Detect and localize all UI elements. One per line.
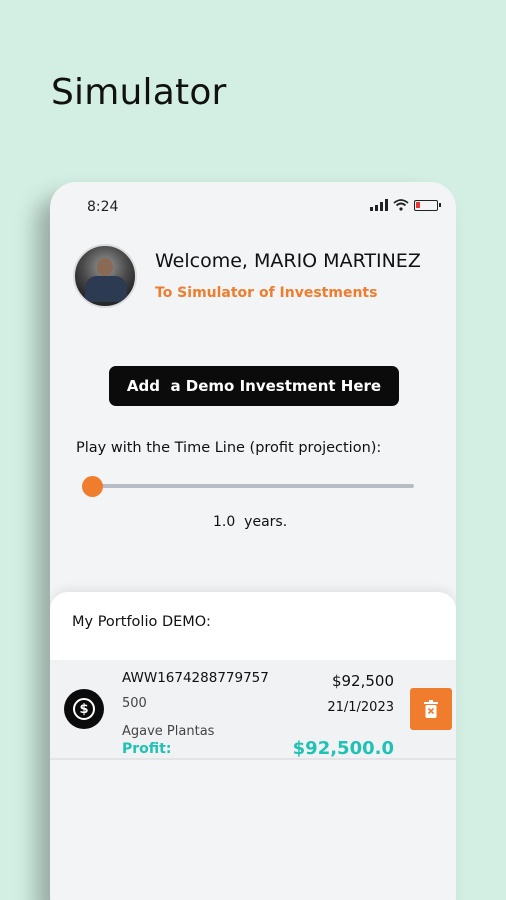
avatar[interactable] <box>73 244 137 308</box>
timeline-years: 1.0 years. <box>213 514 288 530</box>
delete-investment-button[interactable] <box>410 688 452 730</box>
signal-icon <box>370 199 388 211</box>
status-time: 8:24 <box>87 199 119 215</box>
trash-icon <box>424 700 438 718</box>
profit-value: $92,500.0 <box>292 738 394 759</box>
investment-name: Agave Plantas <box>122 724 215 739</box>
status-bar: 8:24 <box>50 182 456 230</box>
promo-title: Simulator <box>51 72 227 113</box>
portfolio-panel: My Portfolio DEMO: $ AWW1674288779757 50… <box>50 592 456 900</box>
investment-quantity: 500 <box>122 696 147 711</box>
add-demo-investment-button[interactable]: Add a Demo Investment Here <box>109 366 399 406</box>
wifi-icon <box>393 199 409 211</box>
investment-date: 21/1/2023 <box>327 700 394 715</box>
portfolio-header: My Portfolio DEMO: <box>50 592 456 660</box>
timeline-label: Play with the Time Line (profit projecti… <box>76 440 382 456</box>
investment-id: AWW1674288779757 <box>122 670 269 686</box>
phone-screen: 8:24 Welcome, MARIO MARTINEZ To Simulato… <box>50 182 456 900</box>
investment-price: $92,500 <box>331 672 394 690</box>
welcome-text: Welcome, MARIO MARTINEZ <box>155 250 421 272</box>
profit-label: Profit: <box>122 741 172 757</box>
timeline-slider-track[interactable] <box>92 484 414 488</box>
subtitle-text: To Simulator of Investments <box>155 285 378 301</box>
status-icons <box>370 199 441 211</box>
dollar-coin-icon: $ <box>64 689 104 729</box>
portfolio-title: My Portfolio DEMO: <box>72 614 211 630</box>
battery-icon <box>414 199 441 211</box>
timeline-slider-thumb[interactable] <box>82 476 103 497</box>
investment-card[interactable]: $ AWW1674288779757 500 Agave Plantas Pro… <box>50 660 456 760</box>
